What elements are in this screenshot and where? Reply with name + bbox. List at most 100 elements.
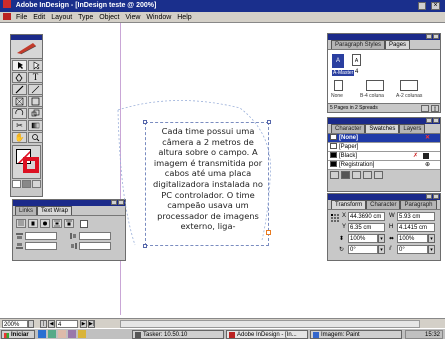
transform-minimize[interactable] [426, 194, 432, 199]
transform-close[interactable] [433, 194, 439, 199]
rotate-field[interactable]: 0° [348, 245, 378, 254]
left-offset-field[interactable] [79, 232, 111, 240]
minimize-button[interactable] [418, 2, 426, 10]
zoom-field[interactable]: 200% [2, 320, 28, 328]
next-page-button[interactable]: ▶ [80, 320, 87, 328]
tab-links[interactable]: Links [15, 206, 38, 215]
x-field[interactable]: 44.3690 cm [348, 212, 385, 221]
fill-stroke-control[interactable] [12, 145, 41, 179]
taskbar-item-indesign[interactable]: Adobe InDesign - [In... [226, 330, 308, 339]
tab-character-2[interactable]: Character [366, 200, 401, 209]
type-tool[interactable]: T [28, 72, 43, 83]
apply-gradient-button[interactable] [22, 180, 31, 188]
delete-swatch-button[interactable] [374, 171, 383, 179]
taskbar-item-tasker[interactable]: Tasker: 10.50.10 [132, 330, 224, 339]
swatch-black[interactable]: [Black] ✗ [328, 152, 440, 161]
tab-text-wrap[interactable]: Text Wrap [37, 206, 72, 215]
menu-edit[interactable]: Edit [33, 14, 45, 21]
menu-help[interactable]: Help [177, 14, 191, 21]
invert-checkbox[interactable] [80, 220, 88, 228]
new-swatch-button[interactable] [363, 171, 372, 179]
w-field[interactable]: 5.93 cm [397, 212, 435, 221]
top-offset-field[interactable] [25, 232, 57, 240]
wrap-none-button[interactable] [16, 219, 26, 228]
pages-minimize[interactable] [426, 34, 432, 39]
swatch-none[interactable]: [None] ✕ [328, 134, 440, 143]
direct-selection-tool[interactable] [28, 60, 43, 71]
tab-transform[interactable]: Transform [331, 200, 367, 209]
swatches-close[interactable] [433, 118, 439, 123]
master-b-thumb[interactable] [366, 80, 384, 91]
prev-page-button[interactable]: ◀ [48, 320, 55, 328]
master-a-thumb[interactable] [400, 80, 418, 91]
scale-tool[interactable] [28, 108, 43, 119]
tab-character[interactable]: Character [331, 124, 366, 133]
shear-dropdown[interactable]: ▾ [428, 245, 435, 254]
pen-tool[interactable] [12, 72, 27, 83]
pages-close[interactable] [433, 34, 439, 39]
rectangle-frame-tool[interactable] [12, 96, 27, 107]
tab-paragraph[interactable]: Paragraph [400, 200, 437, 209]
frame-handle-top-right[interactable] [267, 120, 271, 124]
stroke-swatch[interactable] [23, 157, 39, 173]
swatch-registration[interactable]: [Registration] ⊕ [328, 161, 440, 170]
rotate-dropdown[interactable]: ▾ [378, 245, 385, 254]
tab-layers[interactable]: Layers [399, 124, 426, 133]
taskbar-item-paint[interactable]: Imagem: Paint [310, 330, 402, 339]
show-all-swatches-button[interactable] [330, 171, 339, 179]
menu-window[interactable]: Window [146, 14, 171, 21]
menu-file[interactable]: File [16, 14, 27, 21]
last-page-button[interactable]: ▶| [88, 320, 95, 328]
scale-x-field[interactable]: 100% [348, 234, 378, 243]
textwrap-minimize[interactable] [111, 200, 117, 205]
wrap-jump-object-button[interactable] [52, 219, 62, 228]
textwrap-close[interactable] [118, 200, 124, 205]
delete-page-button[interactable]: ▯ [431, 105, 439, 112]
swatches-minimize[interactable] [426, 118, 432, 123]
pencil-tool[interactable] [12, 84, 27, 95]
new-page-button[interactable] [421, 105, 429, 112]
start-button[interactable]: Iniciar [1, 330, 35, 339]
bottom-offset-field[interactable] [25, 242, 57, 250]
menu-view[interactable]: View [125, 14, 140, 21]
y-field[interactable]: 6.35 cm [348, 223, 385, 232]
shear-field[interactable]: 0° [397, 245, 428, 254]
frame-handle-bottom-left[interactable] [143, 244, 147, 248]
menu-object[interactable]: Object [99, 14, 119, 21]
zoom-dropdown[interactable] [28, 320, 34, 328]
zoom-tool[interactable] [28, 132, 43, 143]
page-field[interactable]: 4 [56, 320, 78, 328]
master-page-icon[interactable]: A [332, 54, 344, 68]
rotate-tool[interactable] [12, 108, 27, 119]
browser-icon[interactable] [38, 330, 46, 338]
media-icon[interactable] [68, 330, 76, 338]
show-gradient-swatches-button[interactable] [352, 171, 361, 179]
apply-none-button[interactable] [32, 180, 41, 188]
folder-icon[interactable] [78, 330, 86, 338]
right-offset-field[interactable] [79, 242, 111, 250]
master-none-thumb[interactable] [334, 80, 343, 91]
reference-point-grid[interactable] [331, 214, 339, 222]
menu-type[interactable]: Type [78, 14, 93, 21]
apply-color-button[interactable] [12, 180, 21, 188]
desktop-icon[interactable] [48, 330, 56, 338]
tab-swatches[interactable]: Swatches [365, 124, 400, 133]
wrap-next-column-button[interactable] [64, 219, 74, 228]
selection-tool[interactable] [12, 60, 27, 71]
page-thumbnail[interactable]: A [352, 54, 361, 66]
frame-handle-top-left[interactable] [143, 120, 147, 124]
gradient-tool[interactable] [28, 120, 43, 131]
frame-out-port[interactable] [266, 230, 271, 235]
line-tool[interactable] [28, 84, 43, 95]
mail-icon[interactable] [58, 330, 66, 338]
wrap-bounding-box-button[interactable] [28, 219, 38, 228]
close-button[interactable]: × [431, 2, 440, 10]
scale-y-dropdown[interactable]: ▾ [428, 234, 435, 243]
hand-tool[interactable]: ✋ [12, 132, 27, 143]
tab-pages[interactable]: Pages [385, 40, 411, 49]
show-color-swatches-button[interactable] [341, 171, 350, 179]
tab-paragraph-styles[interactable]: Paragraph Styles [331, 40, 386, 49]
swatch-paper[interactable]: [Paper] [328, 143, 440, 152]
scale-y-field[interactable]: 100% [397, 234, 428, 243]
scale-x-dropdown[interactable]: ▾ [378, 234, 385, 243]
